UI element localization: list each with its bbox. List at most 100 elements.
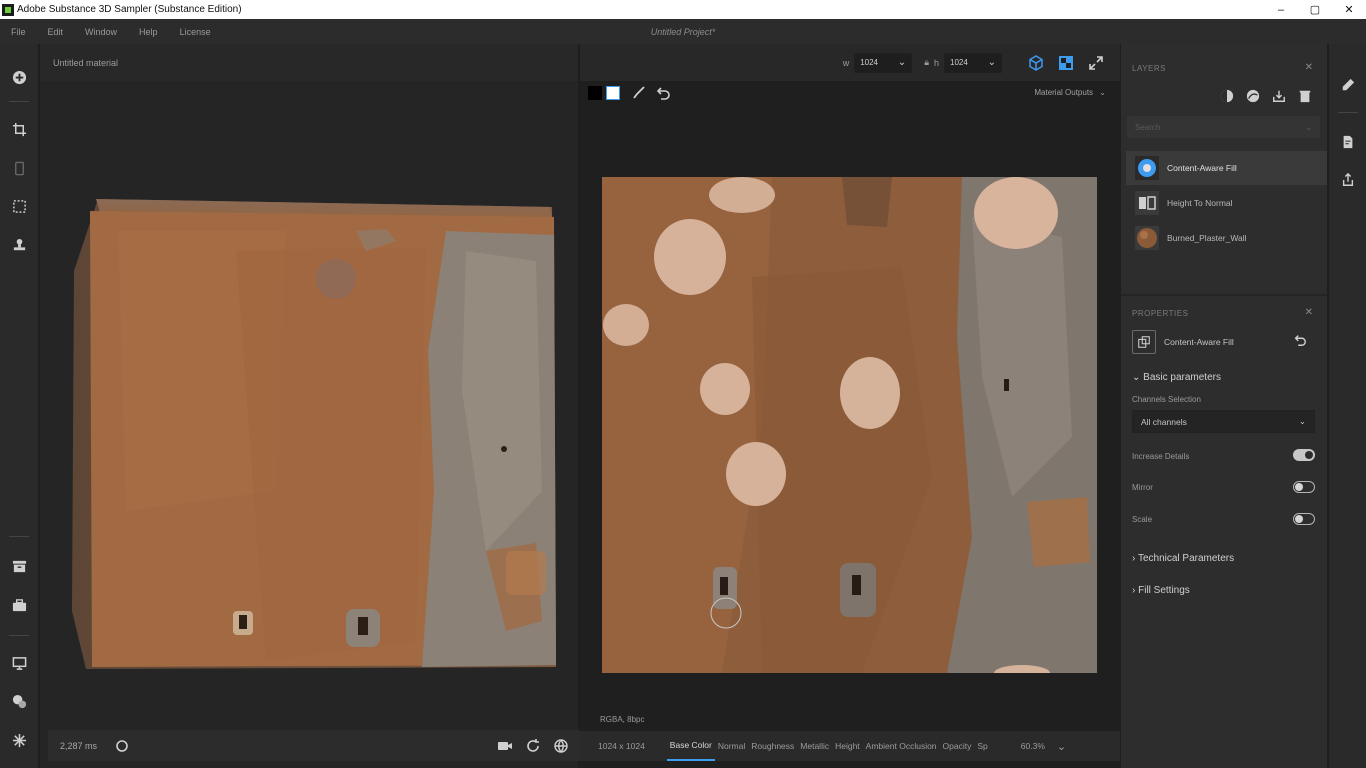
close-window-button[interactable]: ✕ [1332, 0, 1366, 19]
zoom-level[interactable]: 60.3% [1021, 741, 1045, 751]
stamp-icon[interactable] [9, 235, 29, 255]
channel-tab-metallic[interactable]: Metallic [797, 731, 832, 761]
menu-edit[interactable]: Edit [37, 27, 75, 37]
mirror-toggle[interactable] [1293, 481, 1315, 493]
viewport-2d[interactable]: Material Outputs ⌄ RGBA, 8bpc 1024 x 102… [580, 81, 1120, 768]
width-value: 1024 [860, 58, 878, 67]
material-outputs-label: Material Outputs [1034, 88, 1094, 97]
pencil-icon[interactable] [1339, 76, 1357, 94]
minimize-button[interactable]: – [1264, 0, 1298, 19]
close-properties-icon[interactable]: ✕ [1305, 307, 1313, 318]
render-time: 2,287 ms [60, 740, 98, 751]
scale-toggle[interactable] [1293, 513, 1315, 525]
crop-icon[interactable] [9, 119, 29, 139]
rotate-icon[interactable] [522, 735, 544, 757]
mirror-label: Mirror [1132, 483, 1153, 492]
window-title: Adobe Substance 3D Sampler (Substance Ed… [17, 4, 242, 15]
toolbox-icon[interactable] [9, 595, 29, 615]
layers-header: LAYERS [1132, 64, 1166, 73]
mask-icon[interactable] [1219, 88, 1235, 104]
texture-preview[interactable] [602, 177, 1097, 673]
viewport-3d-header: Untitled material [40, 44, 578, 81]
monitor-icon[interactable] [9, 653, 29, 673]
camera-icon[interactable] [494, 735, 516, 757]
content-aware-fill-icon [1135, 156, 1159, 180]
right-panel: LAYERS ✕ Search ⌄ Content-Aware Fill Hei… [1121, 44, 1327, 768]
channel-tab-normal[interactable]: Normal [715, 731, 748, 761]
maximize-button[interactable]: ▢ [1298, 0, 1332, 19]
export-icon[interactable] [1271, 88, 1287, 104]
material-outputs-select[interactable]: Material Outputs ⌄ [1034, 88, 1106, 97]
channel-tab-specular[interactable]: Sp [974, 731, 990, 761]
left-toolbar [0, 44, 38, 768]
layer-item-burned-plaster-wall[interactable]: Burned_Plaster_Wall [1126, 221, 1327, 255]
channel-bar: 1024 x 1024 Base Color Normal Roughness … [580, 731, 1120, 761]
viewport-2d-toolbar: w 1024 ⌄ 🔒︎ h 1024 ⌄ [580, 44, 1120, 81]
texture-resolution: 1024 x 1024 [598, 741, 645, 751]
black-swatch[interactable] [588, 86, 602, 100]
viewport-3d[interactable]: Untitled material 2,287 ms [40, 44, 610, 768]
material-preview-cube[interactable] [66, 191, 558, 676]
add-icon[interactable] [9, 67, 29, 87]
layer-label: Burned_Plaster_Wall [1167, 233, 1247, 243]
chevron-down-icon: ⌄ [1298, 416, 1306, 426]
expand-icon[interactable] [1084, 51, 1108, 75]
technical-parameters-section[interactable]: › Technical Parameters [1132, 553, 1234, 564]
basic-parameters-section[interactable]: ⌄ Basic parameters [1132, 372, 1221, 383]
channel-tab-height[interactable]: Height [832, 731, 863, 761]
2d-view-icon[interactable] [1054, 51, 1078, 75]
project-title: Untitled Project* [650, 26, 716, 37]
layer-item-content-aware-fill[interactable]: Content-Aware Fill [1126, 151, 1327, 185]
height-select[interactable]: 1024 ⌄ [944, 52, 1002, 73]
width-label: w [842, 57, 850, 68]
app-logo-icon [2, 3, 14, 16]
reset-icon[interactable] [1293, 333, 1307, 352]
channels-selection-dropdown[interactable]: All channels ⌄ [1132, 410, 1315, 433]
phone-icon[interactable] [9, 158, 29, 178]
trash-icon[interactable] [1297, 88, 1313, 104]
pixel-format: RGBA, 8bpc [600, 715, 645, 724]
menu-file[interactable]: File [0, 27, 37, 37]
width-select[interactable]: 1024 ⌄ [854, 52, 913, 73]
chevron-down-icon[interactable]: ⌄ [1057, 740, 1066, 753]
3d-view-icon[interactable] [1024, 51, 1048, 75]
channel-tab-roughness[interactable]: Roughness [748, 731, 797, 761]
layers-search[interactable]: Search ⌄ [1127, 116, 1320, 138]
materials-icon[interactable] [9, 691, 29, 711]
right-toolbar [1329, 44, 1366, 768]
lock-icon[interactable]: 🔒︎ [924, 57, 929, 68]
channel-tab-ambient-occlusion[interactable]: Ambient Occlusion [863, 731, 940, 761]
fill-settings-section[interactable]: › Fill Settings [1132, 585, 1190, 596]
menu-window[interactable]: Window [74, 27, 128, 37]
white-swatch[interactable] [606, 86, 620, 100]
undo-icon[interactable] [654, 84, 672, 102]
properties-header: PROPERTIES [1132, 309, 1189, 318]
chevron-down-icon: ⌄ [1132, 372, 1141, 383]
menu-bar: File Edit Window Help License Untitled P… [0, 19, 1366, 44]
document-icon[interactable] [1339, 133, 1357, 151]
archive-icon[interactable] [9, 556, 29, 576]
channel-tab-base-color[interactable]: Base Color [666, 731, 715, 761]
bake-icon[interactable] [1245, 88, 1261, 104]
viewport-2d-subbar: Material Outputs ⌄ [580, 81, 1120, 105]
channel-tab-opacity[interactable]: Opacity [940, 731, 975, 761]
channels-selection-value: All channels [1141, 416, 1187, 427]
globe-icon[interactable] [550, 735, 572, 757]
selection-icon[interactable] [9, 196, 29, 216]
layer-label: Content-Aware Fill [1167, 163, 1237, 173]
increase-details-toggle[interactable] [1293, 449, 1315, 461]
snowflake-icon[interactable] [9, 730, 29, 750]
layer-item-height-to-normal[interactable]: Height To Normal [1126, 186, 1327, 220]
material-thumbnail [1135, 226, 1159, 250]
channels-selection-label: Channels Selection [1132, 395, 1201, 404]
layer-label: Height To Normal [1167, 198, 1233, 208]
close-layers-icon[interactable]: ✕ [1305, 62, 1313, 73]
share-icon[interactable] [1339, 171, 1357, 189]
brush-icon[interactable] [630, 84, 648, 102]
height-to-normal-icon [1135, 191, 1159, 215]
menu-help[interactable]: Help [128, 27, 169, 37]
chevron-right-icon: › [1132, 585, 1136, 596]
chevron-down-icon: ⌄ [1305, 122, 1312, 132]
menu-license[interactable]: License [169, 27, 222, 37]
fill-settings-label: Fill Settings [1138, 585, 1190, 596]
